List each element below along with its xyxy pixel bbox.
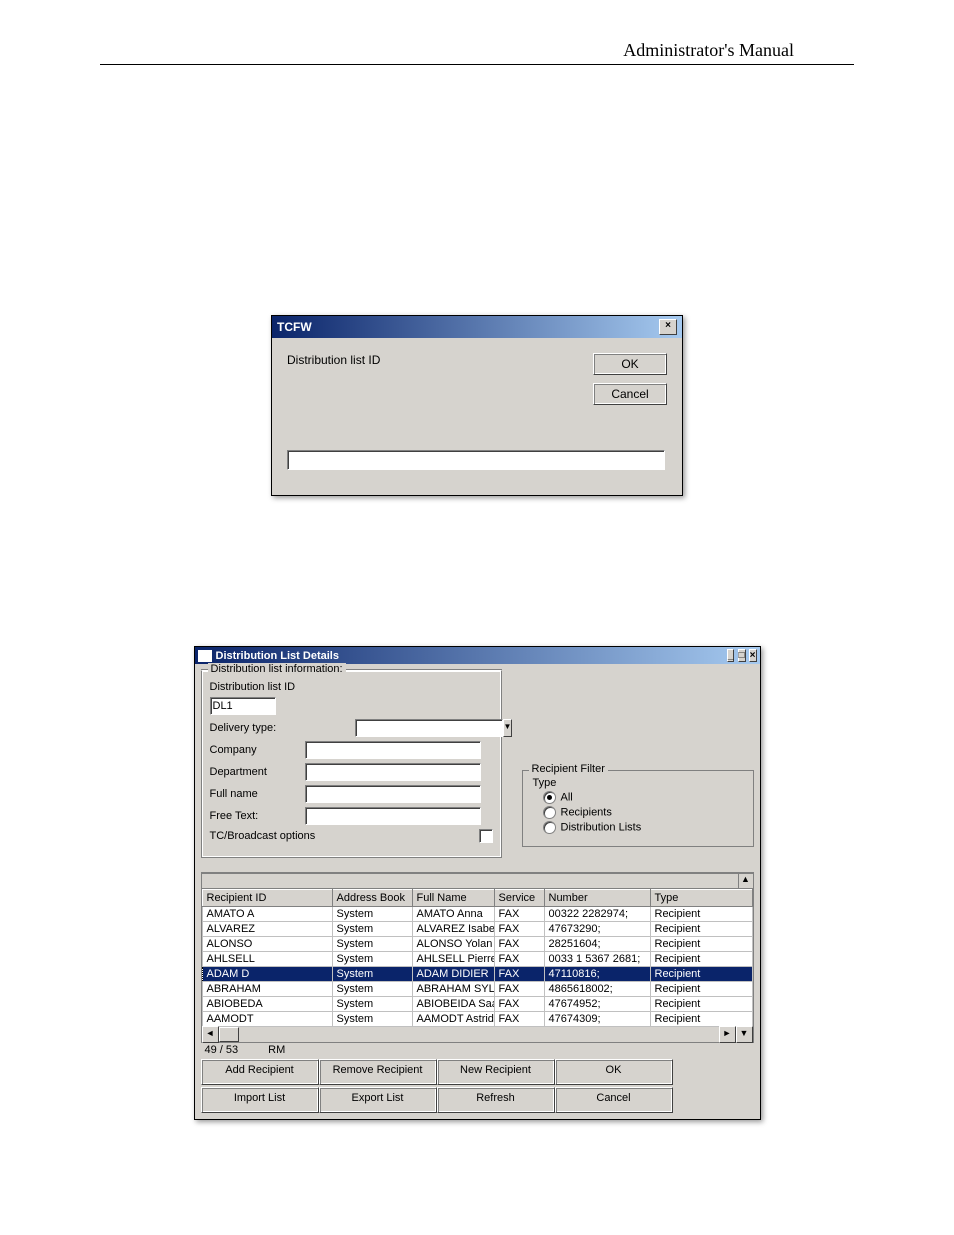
freetext-label: Free Text: [210,810,305,822]
scroll-up-icon[interactable]: ▲ [738,874,753,888]
export-list-button[interactable]: Export List [319,1087,437,1113]
delivery-type-value[interactable] [355,719,503,737]
close-icon[interactable]: × [659,319,677,335]
page-header: Administrator's Manual [100,40,854,65]
recipients-table-wrap: ▲ Recipient IDAddress BookFull NameServi… [201,872,754,1043]
table-row[interactable]: ABIOBEDASystemABIOBEIDA SaaFAX47674952;R… [202,997,752,1012]
scroll-thumb[interactable] [219,1027,239,1042]
table-row[interactable]: ALVAREZSystemALVAREZ IsabeFAX47673290;Re… [202,922,752,937]
column-header[interactable]: Number [544,890,650,907]
import-list-button[interactable]: Import List [201,1087,319,1113]
tcbroadcast-label: TC/Broadcast options [210,830,316,842]
department-field[interactable] [305,763,481,781]
tcbroadcast-checkbox[interactable] [479,829,493,843]
horizontal-scrollbar[interactable]: ◄ ► ▼ [202,1027,753,1042]
new-recipient-button[interactable]: New Recipient [437,1059,555,1085]
radio-recipients[interactable]: Recipients [543,806,743,819]
table-row[interactable]: ADAM DSystemADAM DIDIERFAX47110816;Recip… [202,967,752,982]
recipients-table[interactable]: Recipient IDAddress BookFull NameService… [202,889,753,1027]
status-count: 49 / 53 [205,1044,239,1056]
maximize-icon[interactable]: □ [738,649,746,662]
freetext-field[interactable] [305,807,481,825]
app-icon [198,650,212,662]
table-row[interactable]: ALONSOSystemALONSO YolanFAX28251604;Reci… [202,937,752,952]
radio-recipients-label: Recipients [561,806,612,818]
dl-info-group-label: Distribution list information: [208,663,346,675]
company-label: Company [210,744,305,756]
dl-info-group: Distribution list information: Distribut… [201,670,502,858]
fullname-field[interactable] [305,785,481,803]
dl-id-field[interactable] [210,697,276,715]
minimize-icon[interactable]: _ [727,649,735,662]
table-row[interactable]: ABRAHAMSystemABRAHAM SYLFAX4865618002;Re… [202,982,752,997]
fullname-label: Full name [210,788,305,800]
table-row[interactable]: AAMODTSystemAAMODT AstridFAX47674309;Rec… [202,1012,752,1027]
column-header[interactable]: Full Name [412,890,494,907]
filter-type-label: Type [533,777,743,789]
column-header[interactable]: Recipient ID [202,890,332,907]
ok-button[interactable]: OK [555,1059,673,1085]
page-title: Administrator's Manual [623,40,794,60]
scroll-right-icon[interactable]: ► [719,1026,736,1043]
column-header[interactable]: Address Book [332,890,412,907]
scroll-right2-icon[interactable]: ▼ [736,1026,753,1043]
table-row[interactable]: AMATO ASystemAMATO AnnaFAX00322 2282974;… [202,907,752,922]
column-header[interactable]: Type [650,890,752,907]
recipient-filter-group: Recipient Filter Type All Recipients Dis… [522,770,754,847]
company-field[interactable] [305,741,481,759]
dialog2-titlebar[interactable]: Distribution List Details _ □ × [195,647,760,664]
table-row[interactable]: AHLSELLSystemAHLSELL PierreFAX0033 1 536… [202,952,752,967]
dl-details-dialog: Distribution List Details _ □ × Distribu… [194,646,761,1120]
dialog2-title: Distribution List Details [216,650,339,662]
add-recipient-button[interactable]: Add Recipient [201,1059,319,1085]
status-mode: RM [268,1044,285,1056]
dl-id-field-label: Distribution list ID [210,681,305,693]
close-icon[interactable]: × [749,649,757,662]
dl-id-input[interactable] [287,450,665,470]
department-label: Department [210,766,305,778]
remove-recipient-button[interactable]: Remove Recipient [319,1059,437,1085]
dialog1-titlebar[interactable]: TCFW × [272,316,682,338]
delivery-type-label: Delivery type: [210,722,305,734]
delivery-type-dropdown[interactable]: ▼ [355,719,473,737]
tcfw-dialog: TCFW × Distribution list ID OK Cancel [271,315,683,496]
refresh-button[interactable]: Refresh [437,1087,555,1113]
column-header[interactable]: Service [494,890,544,907]
dl-id-label: Distribution list ID [287,353,380,367]
radio-dls-label: Distribution Lists [561,821,642,833]
radio-all-label: All [561,791,573,803]
chevron-down-icon[interactable]: ▼ [503,719,513,737]
radio-dls[interactable]: Distribution Lists [543,821,743,834]
ok-button[interactable]: OK [593,353,667,375]
cancel-button[interactable]: Cancel [593,383,667,405]
radio-all[interactable]: All [543,791,743,804]
recipient-filter-label: Recipient Filter [529,763,608,775]
cancel-button[interactable]: Cancel [555,1087,673,1113]
dialog1-title: TCFW [277,320,312,334]
scroll-left-icon[interactable]: ◄ [202,1026,219,1043]
